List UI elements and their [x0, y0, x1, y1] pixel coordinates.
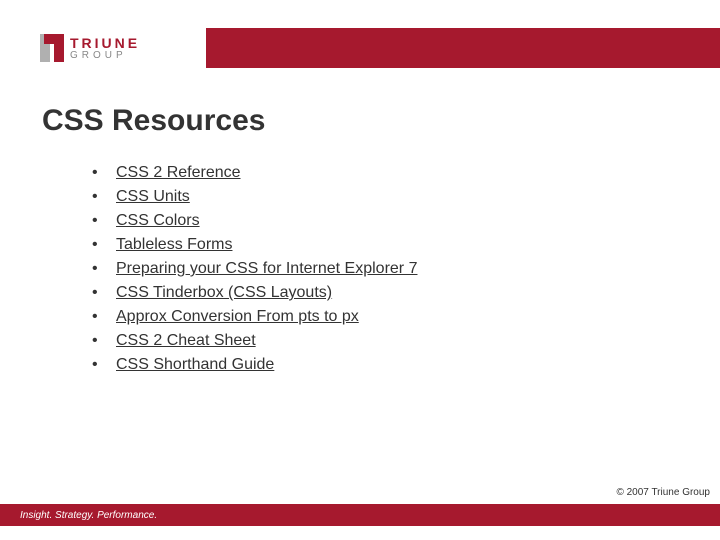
- resource-list: CSS 2 Reference CSS Units CSS Colors Tab…: [92, 164, 417, 380]
- list-item: CSS 2 Reference: [92, 164, 417, 182]
- copyright-text: © 2007 Triune Group: [616, 487, 710, 498]
- page-title: CSS Resources: [42, 104, 265, 138]
- list-item: CSS Units: [92, 188, 417, 206]
- resource-link[interactable]: CSS Shorthand Guide: [116, 356, 274, 373]
- list-item: Preparing your CSS for Internet Explorer…: [92, 260, 417, 278]
- logo: TRIUNE GROUP: [0, 28, 206, 68]
- resource-link[interactable]: CSS Tinderbox (CSS Layouts): [116, 284, 332, 301]
- list-item: CSS 2 Cheat Sheet: [92, 332, 417, 350]
- list-item: CSS Colors: [92, 212, 417, 230]
- list-item: Approx Conversion From pts to px: [92, 308, 417, 326]
- resource-link[interactable]: CSS 2 Reference: [116, 164, 241, 181]
- resource-link[interactable]: Approx Conversion From pts to px: [116, 308, 359, 325]
- resource-link[interactable]: CSS 2 Cheat Sheet: [116, 332, 256, 349]
- resource-link[interactable]: Tableless Forms: [116, 236, 232, 253]
- list-item: Tableless Forms: [92, 236, 417, 254]
- list-item: CSS Tinderbox (CSS Layouts): [92, 284, 417, 302]
- logo-word-secondary: GROUP: [70, 51, 140, 61]
- logo-mark-icon: [40, 34, 64, 62]
- resource-link[interactable]: Preparing your CSS for Internet Explorer…: [116, 260, 417, 277]
- resource-link[interactable]: CSS Colors: [116, 212, 200, 229]
- logo-word-primary: TRIUNE: [70, 36, 140, 50]
- footer-tagline: Insight. Strategy. Performance.: [20, 510, 157, 521]
- footer-bar: Insight. Strategy. Performance.: [0, 504, 720, 526]
- header-accent-bar: [206, 28, 720, 68]
- list-item: CSS Shorthand Guide: [92, 356, 417, 374]
- logo-text: TRIUNE GROUP: [70, 36, 140, 61]
- resource-link[interactable]: CSS Units: [116, 188, 190, 205]
- header-bar: TRIUNE GROUP: [0, 28, 720, 68]
